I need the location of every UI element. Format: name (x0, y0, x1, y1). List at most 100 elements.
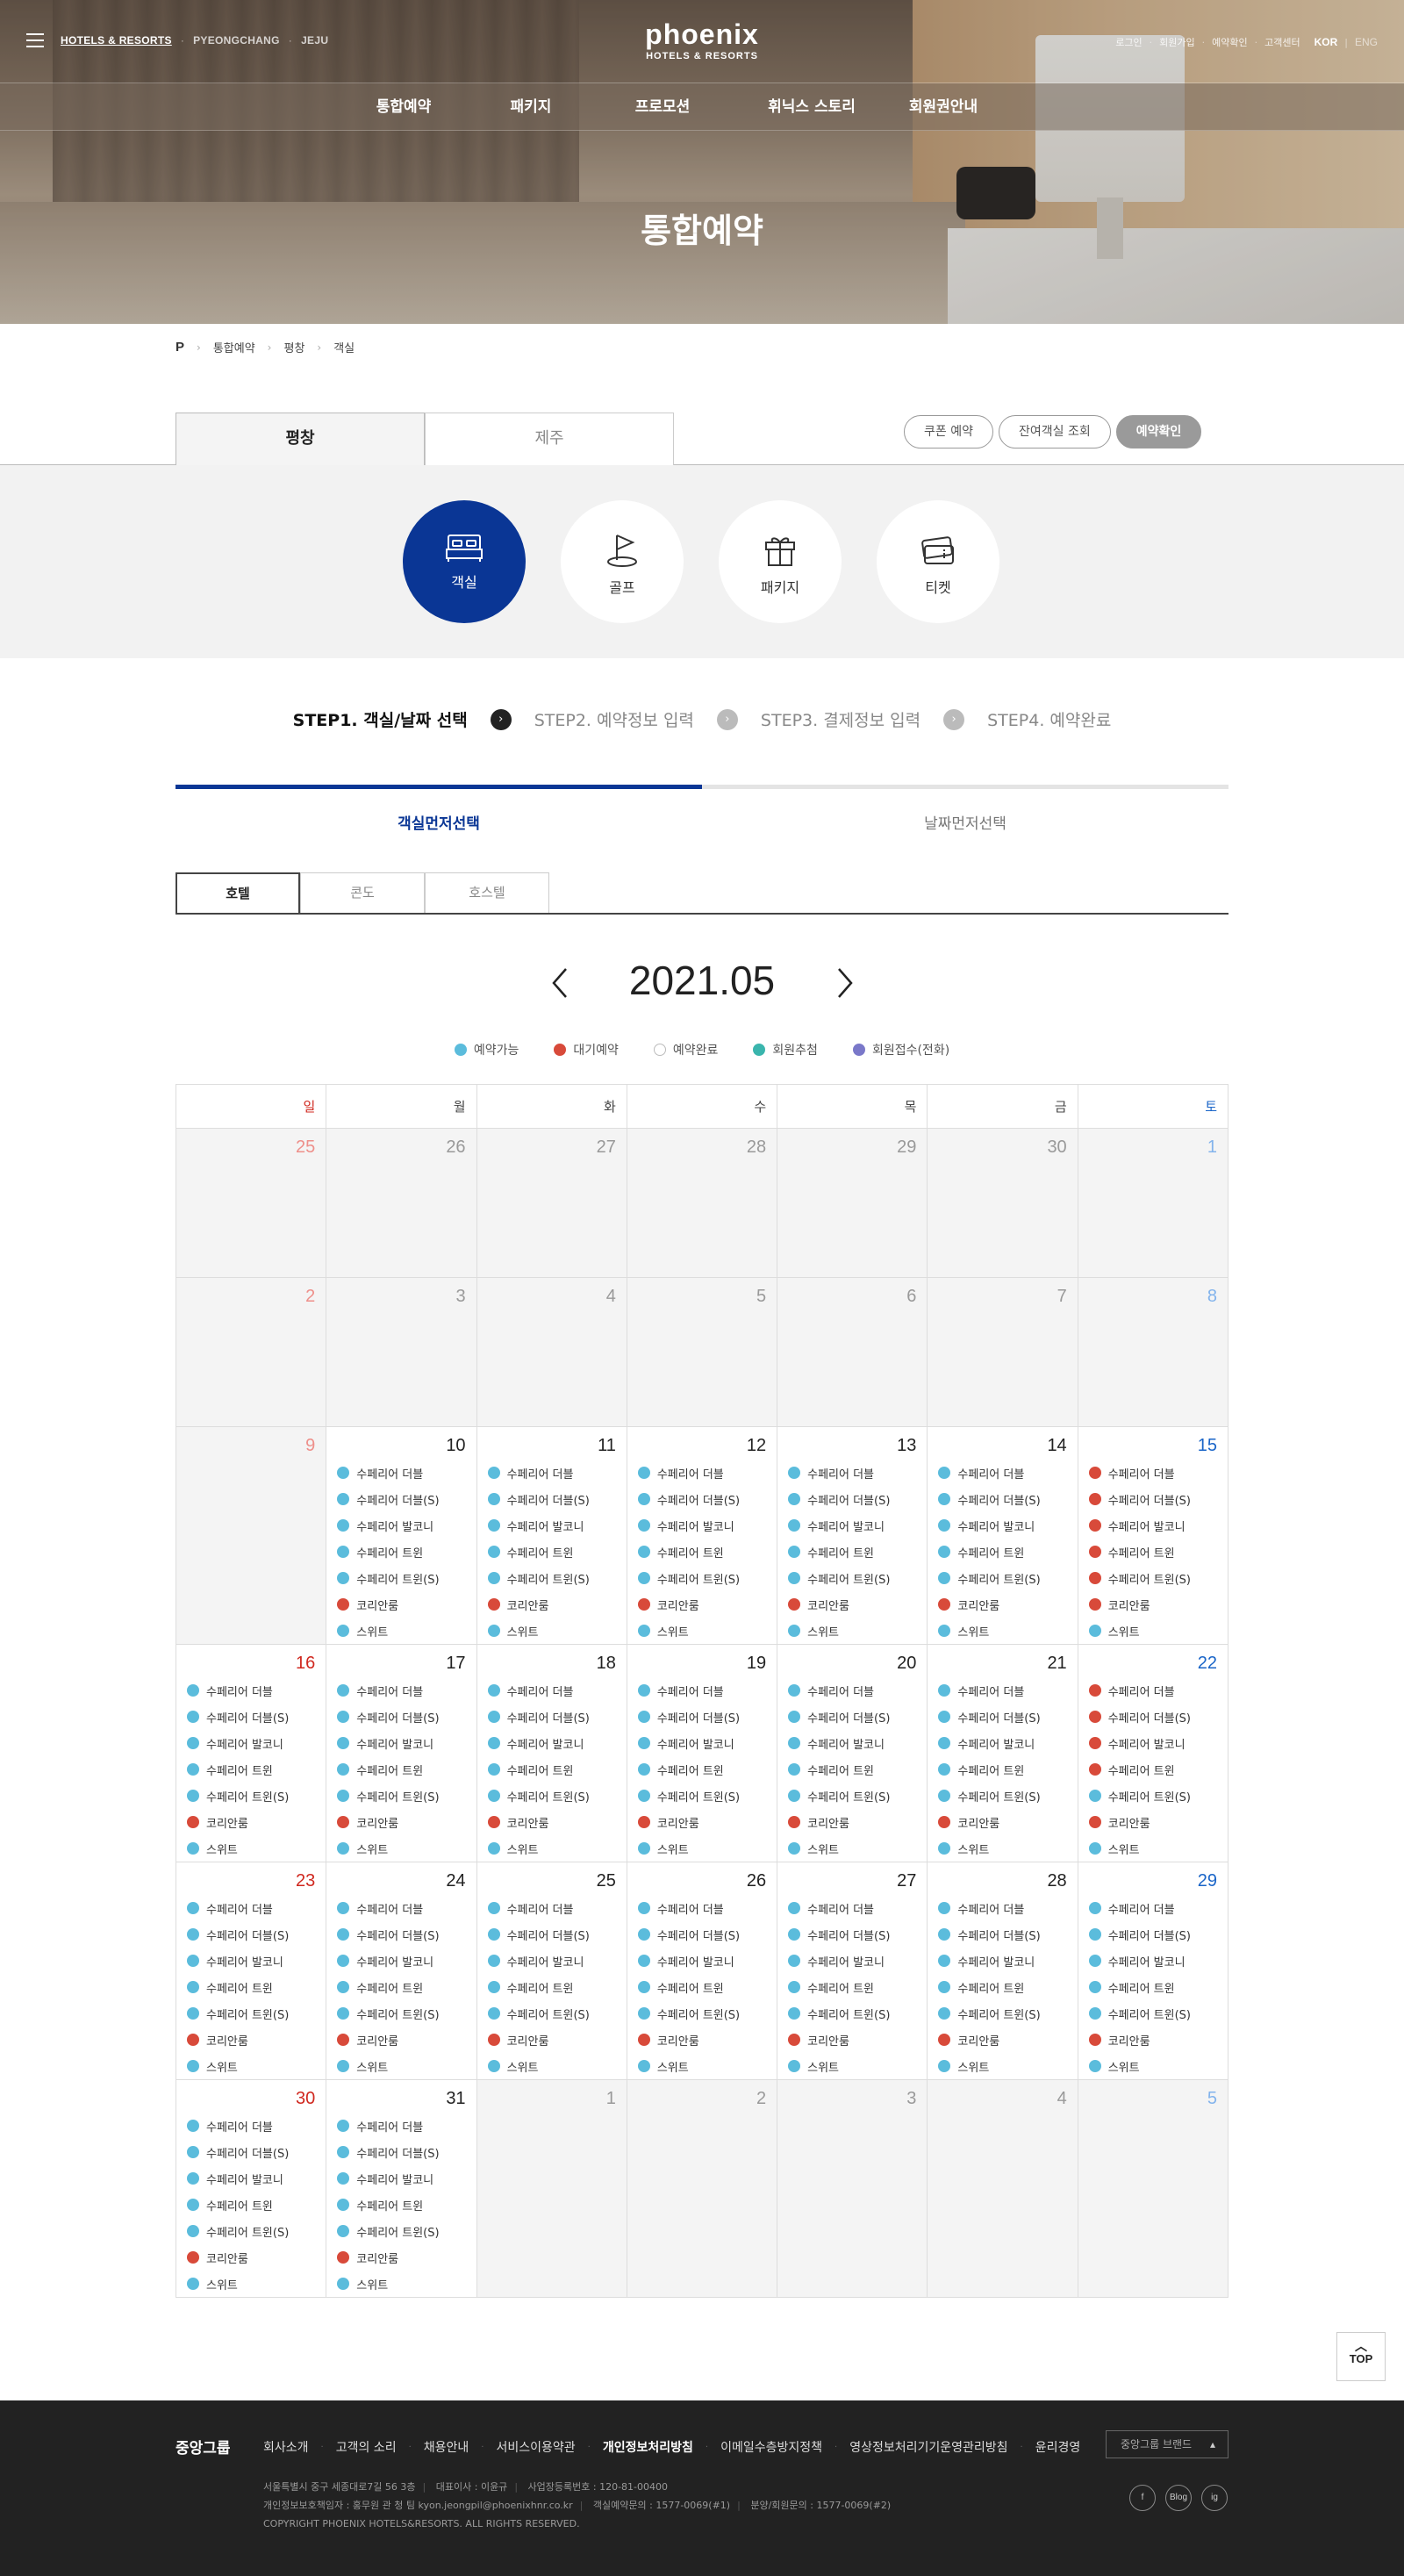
calendar-day-cell[interactable]: 30 수페리어 더블 수페리어 더블(S) 수페리어 발코니 수페리어 트윈 수페리어 트… (175, 2079, 327, 2298)
calendar-day-cell[interactable]: 21 수페리어 더블 수페리어 더블(S) 수페리어 발코니 수페리어 트윈 수페리어 트… (927, 1644, 1078, 1862)
footer-link[interactable]: 채용안내 (424, 2438, 469, 2456)
nav-item-package[interactable]: 패키지 (474, 83, 588, 131)
room-availability-item[interactable]: 수페리어 발코니 (337, 1512, 465, 1539)
calendar-day-cell[interactable]: 18 수페리어 더블 수페리어 더블(S) 수페리어 발코니 수페리어 트윈 수페리어 트… (476, 1644, 627, 1862)
room-availability-item[interactable]: 수페리어 더블(S) (1088, 1486, 1217, 1512)
lang-kor[interactable]: KOR (1314, 36, 1338, 48)
room-availability-item[interactable]: 수페리어 발코니 (637, 1948, 766, 1974)
room-availability-item[interactable]: 수페리어 발코니 (337, 1948, 465, 1974)
category-package[interactable]: 패키지 (719, 500, 842, 623)
room-availability-item[interactable]: 수페리어 트윈 (337, 2192, 465, 2218)
room-availability-item[interactable]: 수페리어 더블(S) (187, 2139, 315, 2165)
room-availability-item[interactable]: 수페리어 더블(S) (337, 1921, 465, 1948)
room-availability-item[interactable]: 수페리어 트윈 (788, 1539, 916, 1565)
room-availability-item[interactable]: 수페리어 발코니 (788, 1512, 916, 1539)
room-availability-item[interactable]: 스위트 (637, 1835, 766, 1862)
room-availability-item[interactable]: 코리안룸 (788, 1591, 916, 1618)
hamburger-menu-icon[interactable] (26, 33, 44, 47)
room-availability-item[interactable]: 수페리어 발코니 (187, 1730, 315, 1756)
room-availability-item[interactable]: 코리안룸 (187, 2027, 315, 2053)
room-availability-item[interactable]: 수페리어 더블 (187, 1895, 315, 1921)
room-availability-item[interactable]: 수페리어 발코니 (337, 2165, 465, 2192)
footer-link[interactable]: 회사소개 (263, 2438, 309, 2456)
room-availability-item[interactable]: 수페리어 발코니 (1088, 1948, 1217, 1974)
room-availability-item[interactable]: 수페리어 트윈(S) (337, 2000, 465, 2027)
phoenix-logo[interactable]: phoenix HOTELS & RESORTS (614, 19, 790, 61)
room-availability-item[interactable]: 스위트 (1088, 1618, 1217, 1644)
room-availability-item[interactable]: 수페리어 트윈(S) (337, 2218, 465, 2244)
footer-link[interactable]: 서비스이용약관 (496, 2438, 575, 2456)
room-availability-item[interactable]: 수페리어 더블 (487, 1895, 616, 1921)
room-availability-item[interactable]: 수페리어 발코니 (637, 1730, 766, 1756)
room-availability-item[interactable]: 수페리어 더블 (187, 2113, 315, 2139)
room-availability-item[interactable]: 코리안룸 (788, 1809, 916, 1835)
room-availability-item[interactable]: 수페리어 더블(S) (637, 1704, 766, 1730)
room-availability-item[interactable]: 수페리어 더블(S) (487, 1704, 616, 1730)
category-ticket[interactable]: 티켓 (877, 500, 999, 623)
room-availability-item[interactable]: 수페리어 더블 (1088, 1895, 1217, 1921)
calendar-day-cell[interactable]: 31 수페리어 더블 수페리어 더블(S) 수페리어 발코니 수페리어 트윈 수페리어 트… (326, 2079, 477, 2298)
room-availability-item[interactable]: 스위트 (487, 1835, 616, 1862)
nav-item-reservation[interactable]: 통합예약 (333, 83, 474, 131)
room-availability-item[interactable]: 수페리어 트윈(S) (187, 1783, 315, 1809)
room-availability-item[interactable]: 스위트 (187, 2053, 315, 2079)
signup-link[interactable]: 회원가입 (1159, 35, 1194, 49)
reservation-check-button[interactable]: 예약확인 (1115, 415, 1202, 448)
calendar-day-cell[interactable]: 25 수페리어 더블 수페리어 더블(S) 수페리어 발코니 수페리어 트윈 수페리어 트… (476, 1862, 627, 2080)
room-availability-item[interactable]: 수페리어 트윈(S) (187, 2218, 315, 2244)
footer-link[interactable]: 영상정보처리기기운영관리방침 (849, 2438, 1007, 2456)
room-availability-item[interactable]: 수페리어 더블 (788, 1460, 916, 1486)
room-availability-item[interactable]: 코리안룸 (1088, 1809, 1217, 1835)
room-availability-item[interactable]: 스위트 (187, 2271, 315, 2297)
room-availability-item[interactable]: 수페리어 더블(S) (938, 1921, 1066, 1948)
room-availability-item[interactable]: 수페리어 발코니 (487, 1948, 616, 1974)
room-availability-item[interactable]: 스위트 (938, 1835, 1066, 1862)
room-availability-item[interactable]: 코리안룸 (788, 2027, 916, 2053)
brand-select[interactable]: 중앙그룹 브랜드 ▴ (1106, 2430, 1228, 2458)
room-availability-item[interactable]: 수페리어 더블 (487, 1460, 616, 1486)
room-availability-item[interactable]: 수페리어 더블(S) (1088, 1921, 1217, 1948)
calendar-day-cell[interactable]: 19 수페리어 더블 수페리어 더블(S) 수페리어 발코니 수페리어 트윈 수페리어 트… (626, 1644, 778, 1862)
lang-eng[interactable]: ENG (1355, 36, 1378, 48)
tab-room-first[interactable]: 객실먼저선택 (176, 811, 702, 833)
room-availability-item[interactable]: 수페리어 더블(S) (487, 1486, 616, 1512)
room-availability-item[interactable]: 수페리어 더블(S) (938, 1486, 1066, 1512)
room-availability-item[interactable]: 수페리어 발코니 (938, 1948, 1066, 1974)
room-availability-item[interactable]: 수페리어 트윈 (337, 1539, 465, 1565)
room-availability-item[interactable]: 수페리어 발코니 (487, 1730, 616, 1756)
calendar-day-cell[interactable]: 12 수페리어 더블 수페리어 더블(S) 수페리어 발코니 수페리어 트윈 수페리어 트… (626, 1426, 778, 1645)
room-availability-item[interactable]: 수페리어 트윈(S) (1088, 2000, 1217, 2027)
room-availability-item[interactable]: 수페리어 발코니 (788, 1730, 916, 1756)
room-availability-item[interactable]: 수페리어 트윈 (1088, 1756, 1217, 1783)
tab-hostel[interactable]: 호스텔 (425, 872, 549, 913)
room-availability-item[interactable]: 수페리어 더블(S) (337, 1704, 465, 1730)
room-availability-item[interactable]: 수페리어 트윈(S) (187, 2000, 315, 2027)
calendar-day-cell[interactable]: 23 수페리어 더블 수페리어 더블(S) 수페리어 발코니 수페리어 트윈 수페리어 트… (175, 1862, 327, 2080)
room-availability-item[interactable]: 수페리어 트윈(S) (637, 1565, 766, 1591)
room-availability-item[interactable]: 스위트 (938, 1618, 1066, 1644)
room-availability-item[interactable]: 스위트 (788, 1618, 916, 1644)
room-availability-item[interactable]: 수페리어 더블 (337, 1460, 465, 1486)
room-availability-item[interactable]: 수페리어 더블 (637, 1460, 766, 1486)
next-month-button[interactable] (832, 965, 858, 1001)
room-availability-item[interactable]: 수페리어 더블 (337, 2113, 465, 2139)
room-availability-item[interactable]: 수페리어 더블(S) (337, 1486, 465, 1512)
room-availability-item[interactable]: 스위트 (788, 2053, 916, 2079)
room-availability-item[interactable]: 수페리어 트윈 (637, 1539, 766, 1565)
room-availability-item[interactable]: 스위트 (637, 1618, 766, 1644)
room-availability-item[interactable]: 수페리어 트윈 (487, 1756, 616, 1783)
room-availability-item[interactable]: 코리안룸 (938, 1809, 1066, 1835)
room-availability-item[interactable]: 수페리어 트윈 (487, 1539, 616, 1565)
calendar-day-cell[interactable]: 10 수페리어 더블 수페리어 더블(S) 수페리어 발코니 수페리어 트윈 수페리어 트… (326, 1426, 477, 1645)
room-availability-item[interactable]: 코리안룸 (337, 1809, 465, 1835)
room-availability-item[interactable]: 수페리어 트윈(S) (487, 1783, 616, 1809)
room-availability-item[interactable]: 수페리어 트윈(S) (337, 1783, 465, 1809)
blog-icon[interactable]: Blog (1165, 2485, 1192, 2511)
room-availability-item[interactable]: 스위트 (1088, 2053, 1217, 2079)
room-availability-item[interactable]: 수페리어 트윈 (788, 1974, 916, 2000)
room-availability-item[interactable]: 수페리어 발코니 (487, 1512, 616, 1539)
room-availability-item[interactable]: 코리안룸 (487, 1809, 616, 1835)
room-availability-item[interactable]: 수페리어 트윈 (637, 1974, 766, 2000)
room-availability-item[interactable]: 수페리어 트윈 (187, 1756, 315, 1783)
room-availability-item[interactable]: 수페리어 트윈 (788, 1756, 916, 1783)
